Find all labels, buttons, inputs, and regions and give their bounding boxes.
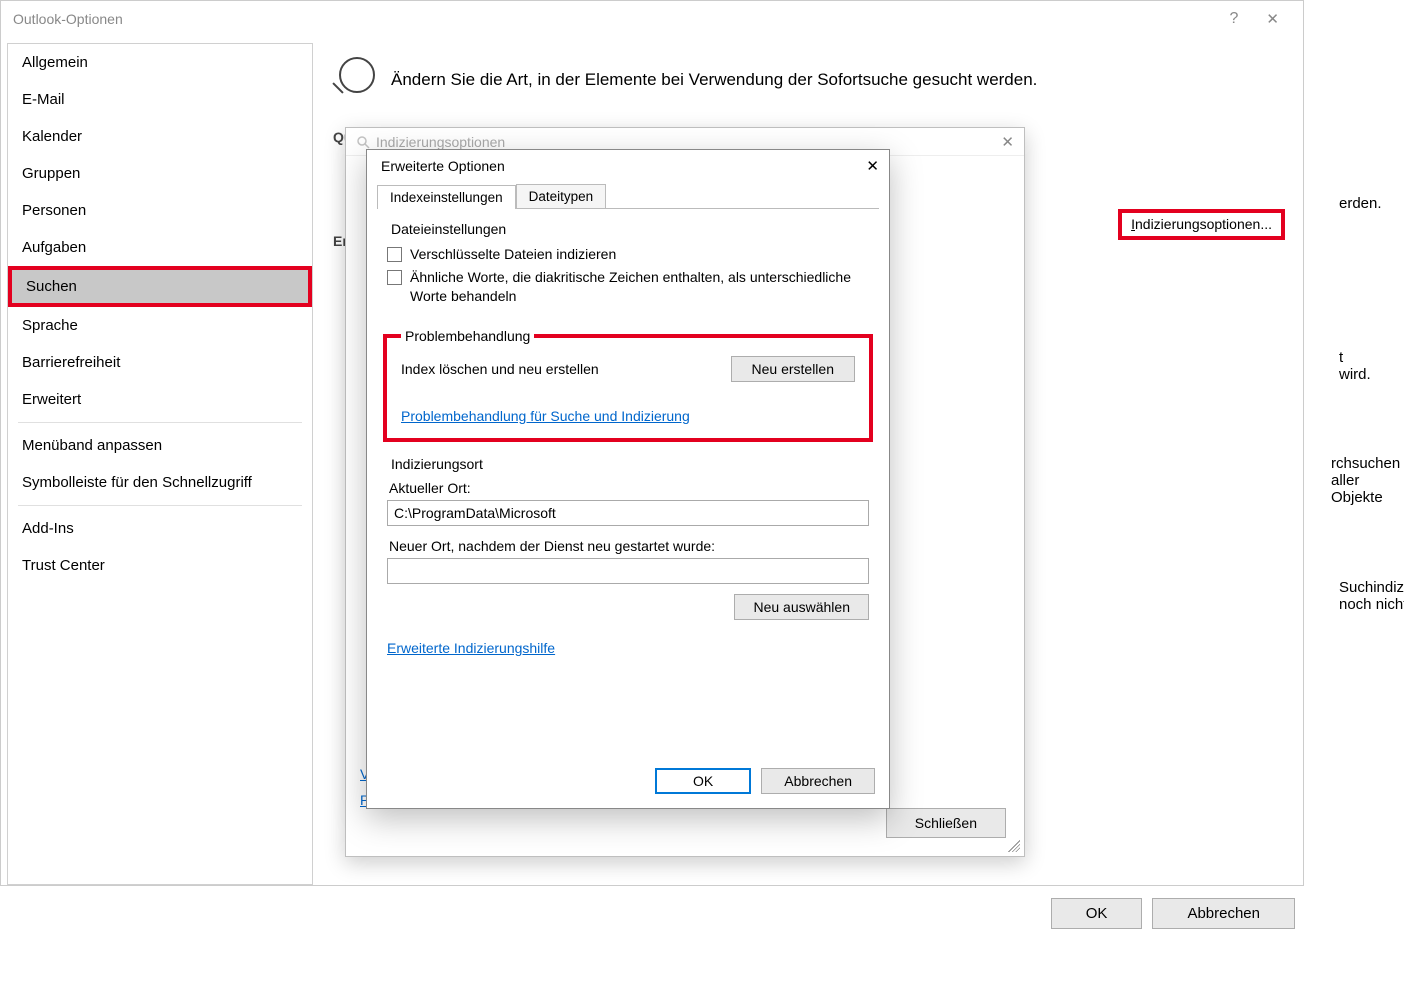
indexing-options-label: ndizierungsoptionen... xyxy=(1135,216,1272,232)
current-location-input[interactable] xyxy=(387,500,869,526)
sidebar-item-trustcenter[interactable]: Trust Center xyxy=(8,547,312,584)
sidebar-item-barrierefreiheit[interactable]: Barrierefreiheit xyxy=(8,344,312,381)
tab-dateitypen[interactable]: Dateitypen xyxy=(516,184,607,208)
magnifier-icon xyxy=(339,57,375,93)
tab-indexeinstellungen[interactable]: Indexeinstellungen xyxy=(377,185,516,209)
fieldset-dateieinstellungen: Dateieinstellungen Verschlüsselte Dateie… xyxy=(383,221,873,318)
indexing-dialog-close-icon[interactable]: ✕ xyxy=(1001,133,1014,151)
partial-text-twird: t wird. xyxy=(1339,349,1371,383)
advanced-ok-button[interactable]: OK xyxy=(655,768,751,794)
sidebar-item-suchen[interactable]: Suchen xyxy=(8,266,312,307)
advanced-dialog-close-icon[interactable]: ✕ xyxy=(866,157,879,175)
help-icon[interactable]: ? xyxy=(1230,10,1239,28)
titlebar: Outlook-Optionen ? ✕ xyxy=(1,1,1303,37)
advanced-cancel-button[interactable]: Abbrechen xyxy=(761,768,875,794)
reindex-button[interactable]: Neu erstellen xyxy=(731,356,856,382)
magnifier-small-icon xyxy=(356,135,370,149)
advanced-options-dialog: Erweiterte Optionen ✕ Indexeinstellungen… xyxy=(366,149,890,809)
sidebar-item-allgemein[interactable]: Allgemein xyxy=(8,44,312,81)
indexing-dialog-close-button[interactable]: Schließen xyxy=(886,808,1006,838)
sidebar-item-menueband[interactable]: Menüband anpassen xyxy=(8,427,312,464)
outlook-options-window: Outlook-Optionen ? ✕ Allgemein E-Mail Ka… xyxy=(0,0,1304,886)
legend-problembehandlung: Problembehandlung xyxy=(401,328,534,344)
window-title: Outlook-Optionen xyxy=(13,11,123,27)
fieldset-indizierungsort: Indizierungsort Aktueller Ort: Neuer Ort… xyxy=(383,456,873,620)
checkbox-encrypted-files[interactable] xyxy=(387,247,402,262)
new-location-input[interactable] xyxy=(387,558,869,584)
label-encrypted-files: Verschlüsselte Dateien indizieren xyxy=(410,245,616,264)
sidebar-item-personen[interactable]: Personen xyxy=(8,192,312,229)
troubleshoot-link[interactable]: Problembehandlung für Suche und Indizier… xyxy=(401,408,690,424)
reindex-label: Index löschen und neu erstellen xyxy=(401,361,599,377)
partial-text-suchind: Suchindizierung noch nicht xyxy=(1339,579,1404,613)
select-new-location-button[interactable]: Neu auswählen xyxy=(734,594,869,620)
advanced-dialog-title: Erweiterte Optionen xyxy=(381,158,505,174)
legend-dateieinstellungen: Dateieinstellungen xyxy=(387,221,510,237)
checkbox-diacritics[interactable] xyxy=(387,270,402,285)
sidebar: Allgemein E-Mail Kalender Gruppen Person… xyxy=(7,43,313,885)
partial-text-rchsuchen: rchsuchen aller Objekte xyxy=(1331,455,1400,506)
close-icon[interactable]: ✕ xyxy=(1266,10,1279,28)
current-location-label: Aktueller Ort: xyxy=(389,480,869,496)
resize-grip-icon[interactable] xyxy=(1008,840,1020,852)
sidebar-item-sprache[interactable]: Sprache xyxy=(8,307,312,344)
indexing-options-button[interactable]: Indizierungsoptionen... xyxy=(1120,211,1283,238)
indexing-dialog-title: Indizierungsoptionen xyxy=(376,134,505,150)
outer-footer: OK Abbrechen xyxy=(1051,898,1295,929)
partial-text-erden: erden. xyxy=(1339,195,1382,212)
sidebar-item-kalender[interactable]: Kalender xyxy=(8,118,312,155)
sidebar-item-erweitert[interactable]: Erweitert xyxy=(8,381,312,418)
tabs: Indexeinstellungen Dateitypen xyxy=(377,184,879,209)
legend-indizierungsort: Indizierungsort xyxy=(387,456,487,472)
sidebar-item-addins[interactable]: Add-Ins xyxy=(8,510,312,547)
advanced-indexing-help-link[interactable]: Erweiterte Indizierungshilfe xyxy=(387,640,873,656)
new-location-label: Neuer Ort, nachdem der Dienst neu gestar… xyxy=(389,538,869,554)
label-diacritics: Ähnliche Worte, die diakritische Zeichen… xyxy=(410,268,869,306)
sidebar-item-email[interactable]: E-Mail xyxy=(8,81,312,118)
outlook-options-ok-button[interactable]: OK xyxy=(1051,898,1143,929)
outlook-options-cancel-button[interactable]: Abbrechen xyxy=(1152,898,1295,929)
page-description: Ändern Sie die Art, in der Elemente bei … xyxy=(391,70,1037,90)
sidebar-item-gruppen[interactable]: Gruppen xyxy=(8,155,312,192)
sidebar-item-schnellzugriff[interactable]: Symbolleiste für den Schnellzugriff xyxy=(8,464,312,501)
sidebar-item-aufgaben[interactable]: Aufgaben xyxy=(8,229,312,266)
fieldset-problembehandlung: Problembehandlung Index löschen und neu … xyxy=(383,328,873,442)
